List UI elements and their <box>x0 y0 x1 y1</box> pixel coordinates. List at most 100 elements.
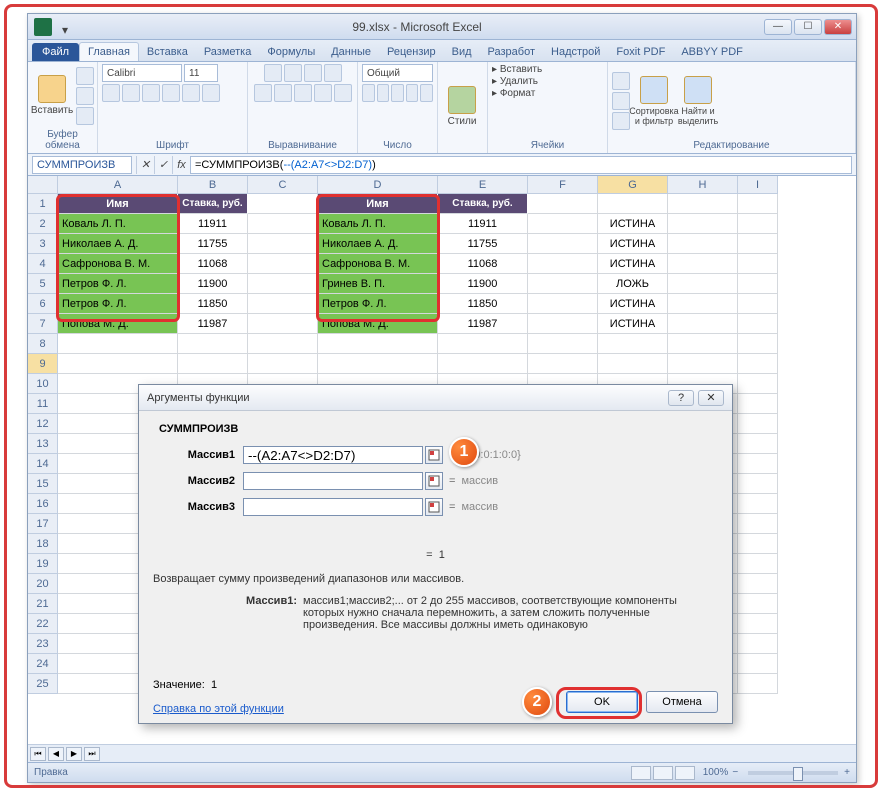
copy-button[interactable] <box>76 87 94 105</box>
dialog-help-button[interactable]: ? <box>668 390 694 406</box>
fx-button[interactable]: fx <box>172 156 190 174</box>
tab-addins[interactable]: Надстрой <box>543 43 608 61</box>
cell[interactable] <box>248 214 318 234</box>
cell[interactable] <box>248 294 318 314</box>
col-header-i[interactable]: I <box>738 176 778 194</box>
row-header[interactable]: 5 <box>28 274 58 294</box>
cell[interactable] <box>738 594 778 614</box>
paste-button[interactable]: Вставить <box>32 75 72 116</box>
cell[interactable] <box>738 674 778 694</box>
col-header-a[interactable]: A <box>58 176 178 194</box>
cell[interactable]: 11068 <box>178 254 248 274</box>
cell[interactable] <box>738 394 778 414</box>
border-button[interactable] <box>162 84 180 102</box>
cell[interactable] <box>528 294 598 314</box>
cell[interactable] <box>598 194 668 214</box>
tab-abbyy[interactable]: ABBYY PDF <box>673 43 751 61</box>
cell[interactable] <box>318 334 438 354</box>
cell[interactable] <box>668 274 738 294</box>
cell[interactable] <box>528 354 598 374</box>
dialog-close-button[interactable]: ✕ <box>698 390 724 406</box>
cell[interactable]: Ставка, руб. <box>178 194 248 214</box>
tab-formulas[interactable]: Формулы <box>259 43 323 61</box>
col-header-h[interactable]: H <box>668 176 738 194</box>
dialog-titlebar[interactable]: Аргументы функции ? ✕ <box>139 385 732 411</box>
styles-button[interactable]: Стили <box>442 86 482 127</box>
row-header[interactable]: 8 <box>28 334 58 354</box>
col-header-c[interactable]: C <box>248 176 318 194</box>
cell[interactable]: Петров Ф. Л. <box>58 294 178 314</box>
col-header-b[interactable]: B <box>178 176 248 194</box>
cell[interactable] <box>668 254 738 274</box>
row-header[interactable]: 7 <box>28 314 58 334</box>
cell[interactable]: 11911 <box>178 214 248 234</box>
cell[interactable]: Имя <box>318 194 438 214</box>
comma-button[interactable] <box>391 84 404 102</box>
tab-foxit[interactable]: Foxit PDF <box>608 43 673 61</box>
sort-filter-button[interactable]: Сортировка и фильтр <box>634 76 674 126</box>
cell[interactable] <box>738 194 778 214</box>
inc-decimal-button[interactable] <box>406 84 419 102</box>
align-right-button[interactable] <box>294 84 312 102</box>
col-header-d[interactable]: D <box>318 176 438 194</box>
cell[interactable] <box>738 414 778 434</box>
cell[interactable] <box>528 254 598 274</box>
tab-review[interactable]: Рецензир <box>379 43 444 61</box>
cell[interactable] <box>248 194 318 214</box>
minimize-button[interactable]: — <box>764 19 792 35</box>
align-left-button[interactable] <box>254 84 272 102</box>
zoom-in-button[interactable]: + <box>844 767 850 778</box>
cancel-button[interactable]: Отмена <box>646 691 718 713</box>
tab-view[interactable]: Вид <box>444 43 480 61</box>
range-picker-button[interactable] <box>425 446 443 464</box>
cell[interactable] <box>528 314 598 334</box>
cell[interactable] <box>738 494 778 514</box>
cell[interactable]: ИСТИНА <box>598 314 668 334</box>
cell[interactable] <box>668 294 738 314</box>
cells-insert-button[interactable]: ▸ Вставить <box>492 64 603 75</box>
cells-delete-button[interactable]: ▸ Удалить <box>492 76 603 87</box>
row-header[interactable]: 15 <box>28 474 58 494</box>
cell[interactable]: Гринев В. П. <box>318 274 438 294</box>
cancel-formula-button[interactable]: ✕ <box>136 156 154 174</box>
cell[interactable] <box>528 274 598 294</box>
cell[interactable]: ИСТИНА <box>598 294 668 314</box>
cell[interactable]: Петров Ф. Л. <box>318 294 438 314</box>
align-middle-button[interactable] <box>284 64 302 82</box>
help-link[interactable]: Справка по этой функции <box>153 703 284 715</box>
cell[interactable] <box>668 234 738 254</box>
cell[interactable] <box>738 514 778 534</box>
ok-button[interactable]: OK <box>566 691 638 713</box>
qat-dropdown-icon[interactable]: ▾ <box>62 23 70 31</box>
row-header[interactable]: 2 <box>28 214 58 234</box>
cell[interactable] <box>738 374 778 394</box>
cell[interactable] <box>738 234 778 254</box>
cell[interactable] <box>318 354 438 374</box>
maximize-button[interactable]: ☐ <box>794 19 822 35</box>
cell[interactable] <box>178 334 248 354</box>
currency-button[interactable] <box>362 84 375 102</box>
view-layout-button[interactable] <box>653 766 673 780</box>
name-box[interactable]: СУММПРОИЗВ <box>32 156 132 174</box>
align-center-button[interactable] <box>274 84 292 102</box>
cell[interactable] <box>248 274 318 294</box>
cell[interactable]: Попова М. Д. <box>318 314 438 334</box>
row-header[interactable]: 16 <box>28 494 58 514</box>
row-header[interactable]: 1 <box>28 194 58 214</box>
cell[interactable]: 11068 <box>438 254 528 274</box>
cell[interactable] <box>528 334 598 354</box>
row-header[interactable]: 13 <box>28 434 58 454</box>
cell[interactable] <box>738 654 778 674</box>
fill-color-button[interactable] <box>182 84 200 102</box>
font-name-combo[interactable]: Calibri <box>102 64 182 82</box>
sheet-nav-last[interactable]: ⏭ <box>84 747 100 761</box>
tab-file[interactable]: Файл <box>32 43 79 61</box>
cell[interactable]: 11900 <box>438 274 528 294</box>
view-pagebreak-button[interactable] <box>675 766 695 780</box>
cell[interactable] <box>738 554 778 574</box>
tab-layout[interactable]: Разметка <box>196 43 260 61</box>
arg-input-2[interactable] <box>243 472 423 490</box>
fill-button[interactable] <box>612 92 630 110</box>
cell[interactable] <box>738 474 778 494</box>
indent-dec-button[interactable] <box>314 84 332 102</box>
